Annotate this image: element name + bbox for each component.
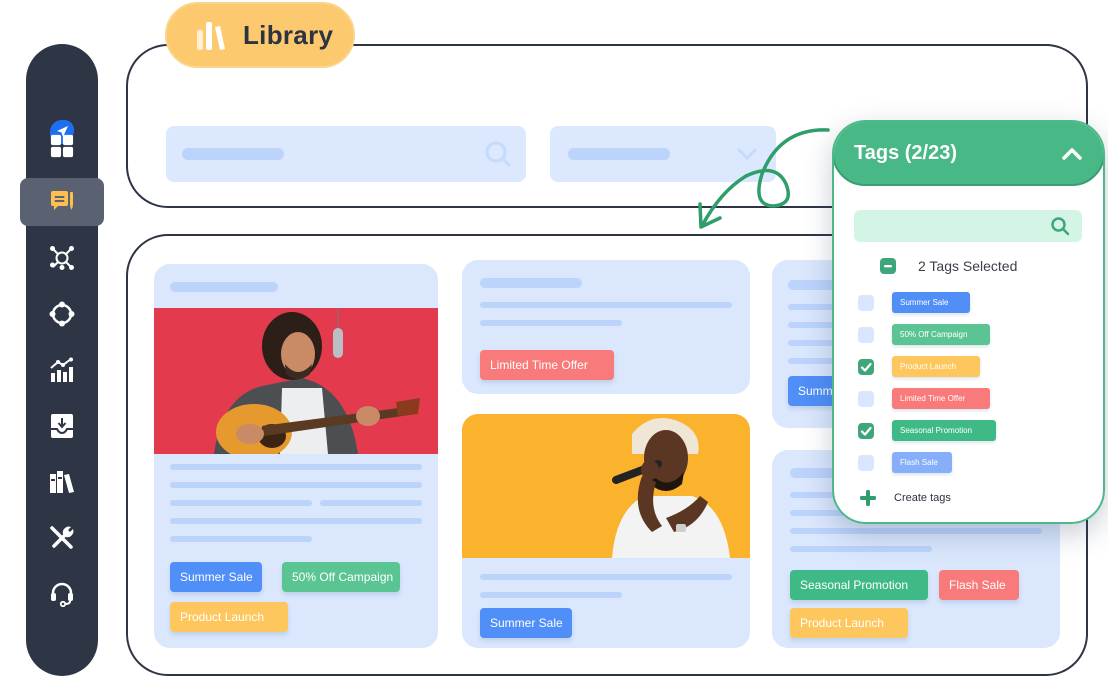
library-card[interactable]: Limited Time Offer xyxy=(462,260,750,394)
sidebar xyxy=(20,44,104,676)
tag-checkbox-checked[interactable] xyxy=(858,358,874,375)
card-title-placeholder xyxy=(170,282,278,292)
tag-chip[interactable]: Seasonal Promotion xyxy=(892,420,996,441)
sidebar-item-posts[interactable] xyxy=(20,178,104,226)
search-placeholder-bar xyxy=(182,148,284,160)
search-icon[interactable] xyxy=(484,140,512,168)
tag-list-item[interactable]: Seasonal Promotion xyxy=(858,420,996,441)
card-text-line xyxy=(480,302,732,308)
plus-icon xyxy=(860,490,876,506)
curved-arrow-icon xyxy=(698,128,830,229)
tag-chip[interactable]: Product Launch xyxy=(790,608,908,638)
tag-chip[interactable]: Summer Sale xyxy=(892,292,970,313)
guitarist-photo xyxy=(154,308,438,454)
search-icon[interactable] xyxy=(1050,216,1070,236)
tag-chip[interactable]: Summer Sale xyxy=(480,608,572,638)
select-all-checkbox-indeterminate[interactable] xyxy=(880,258,896,274)
tag-list-item[interactable]: Limited Time Offer xyxy=(858,388,990,409)
tags-search-input[interactable] xyxy=(854,210,1082,242)
tag-list-item[interactable]: 50% Off Campaign xyxy=(858,324,990,345)
card-image-guitarist xyxy=(154,308,438,454)
search-input[interactable] xyxy=(166,126,526,182)
message-edit-icon xyxy=(51,191,73,210)
card-text-line xyxy=(480,574,732,580)
checkmark-icon xyxy=(860,362,872,372)
library-card[interactable]: Summer Sale xyxy=(462,414,750,648)
tag-list-item[interactable]: Product Launch xyxy=(858,356,980,377)
tag-chip[interactable]: Summer Sale xyxy=(170,562,262,592)
network-hub-icon xyxy=(50,246,74,270)
circle-nodes-icon xyxy=(49,301,75,327)
filter-placeholder-bar xyxy=(568,148,670,160)
bar-chart-trend-icon xyxy=(50,357,73,382)
wrench-screwdriver-icon xyxy=(50,526,74,549)
grid-icon xyxy=(50,134,74,158)
card-image-singer xyxy=(462,414,750,558)
tag-list-item[interactable]: Summer Sale xyxy=(858,292,970,313)
sidebar-item-connections[interactable] xyxy=(26,290,98,338)
tag-chip[interactable]: Limited Time Offer xyxy=(892,388,990,409)
tags-panel-title: Tags (2/23) xyxy=(854,141,957,164)
tag-list-item[interactable]: Flash Sale xyxy=(858,452,952,473)
card-title-placeholder xyxy=(480,278,582,288)
select-all-row[interactable]: 2 Tags Selected xyxy=(858,258,1017,274)
inbox-download-icon xyxy=(51,414,73,438)
sidebar-item-analytics[interactable] xyxy=(26,346,98,394)
sidebar-item-support[interactable] xyxy=(26,570,98,618)
chevron-up-icon[interactable] xyxy=(1061,146,1083,160)
create-tags-label: Create tags xyxy=(894,492,951,504)
sidebar-item-dashboard-icon-wrap[interactable] xyxy=(26,122,98,170)
card-text-line xyxy=(170,464,422,470)
card-text-line xyxy=(480,592,622,598)
tag-checkbox[interactable] xyxy=(858,454,874,471)
tag-chip[interactable]: 50% Off Campaign xyxy=(892,324,990,345)
card-text-line xyxy=(320,500,422,506)
tag-checkbox[interactable] xyxy=(858,390,874,407)
books-icon xyxy=(197,22,225,50)
tag-chip[interactable]: Product Launch xyxy=(170,602,288,632)
tags-dropdown-panel: Tags (2/23) 2 Tags Selected Summer Sale 5… xyxy=(832,120,1105,524)
tag-chip[interactable]: Flash Sale xyxy=(892,452,952,473)
tag-chip[interactable]: Flash Sale xyxy=(939,570,1019,600)
selected-count-label: 2 Tags Selected xyxy=(918,258,1018,274)
tag-chip[interactable]: Limited Time Offer xyxy=(480,350,614,380)
tag-checkbox-checked[interactable] xyxy=(858,422,874,439)
sidebar-item-network[interactable] xyxy=(26,234,98,282)
card-text-line xyxy=(170,518,422,524)
tag-chip[interactable]: Seasonal Promotion xyxy=(790,570,928,600)
card-text-line xyxy=(480,320,622,326)
library-title-badge: Library xyxy=(165,2,355,68)
headset-icon xyxy=(51,582,73,607)
tag-chip[interactable]: Product Launch xyxy=(892,356,980,377)
card-text-line xyxy=(790,546,932,552)
card-text-line xyxy=(170,536,312,542)
tag-checkbox[interactable] xyxy=(858,326,874,343)
books-icon xyxy=(50,471,74,493)
create-tags-button[interactable]: Create tags xyxy=(860,490,951,506)
minus-icon xyxy=(884,265,892,268)
tag-checkbox[interactable] xyxy=(858,294,874,311)
singer-photo xyxy=(462,414,750,558)
sidebar-item-tools[interactable] xyxy=(26,514,98,562)
checkmark-icon xyxy=(860,426,872,436)
tags-panel-header[interactable]: Tags (2/23) xyxy=(834,122,1103,186)
sidebar-item-inbox[interactable] xyxy=(26,402,98,450)
card-text-line xyxy=(790,528,1042,534)
tag-chip[interactable]: 50% Off Campaign xyxy=(282,562,400,592)
library-card[interactable]: Summer Sale 50% Off Campaign Product Lau… xyxy=(154,264,438,648)
sidebar-item-library[interactable] xyxy=(26,458,98,506)
card-text-line xyxy=(170,500,312,506)
page-title: Library xyxy=(243,19,334,50)
card-text-line xyxy=(170,482,422,488)
